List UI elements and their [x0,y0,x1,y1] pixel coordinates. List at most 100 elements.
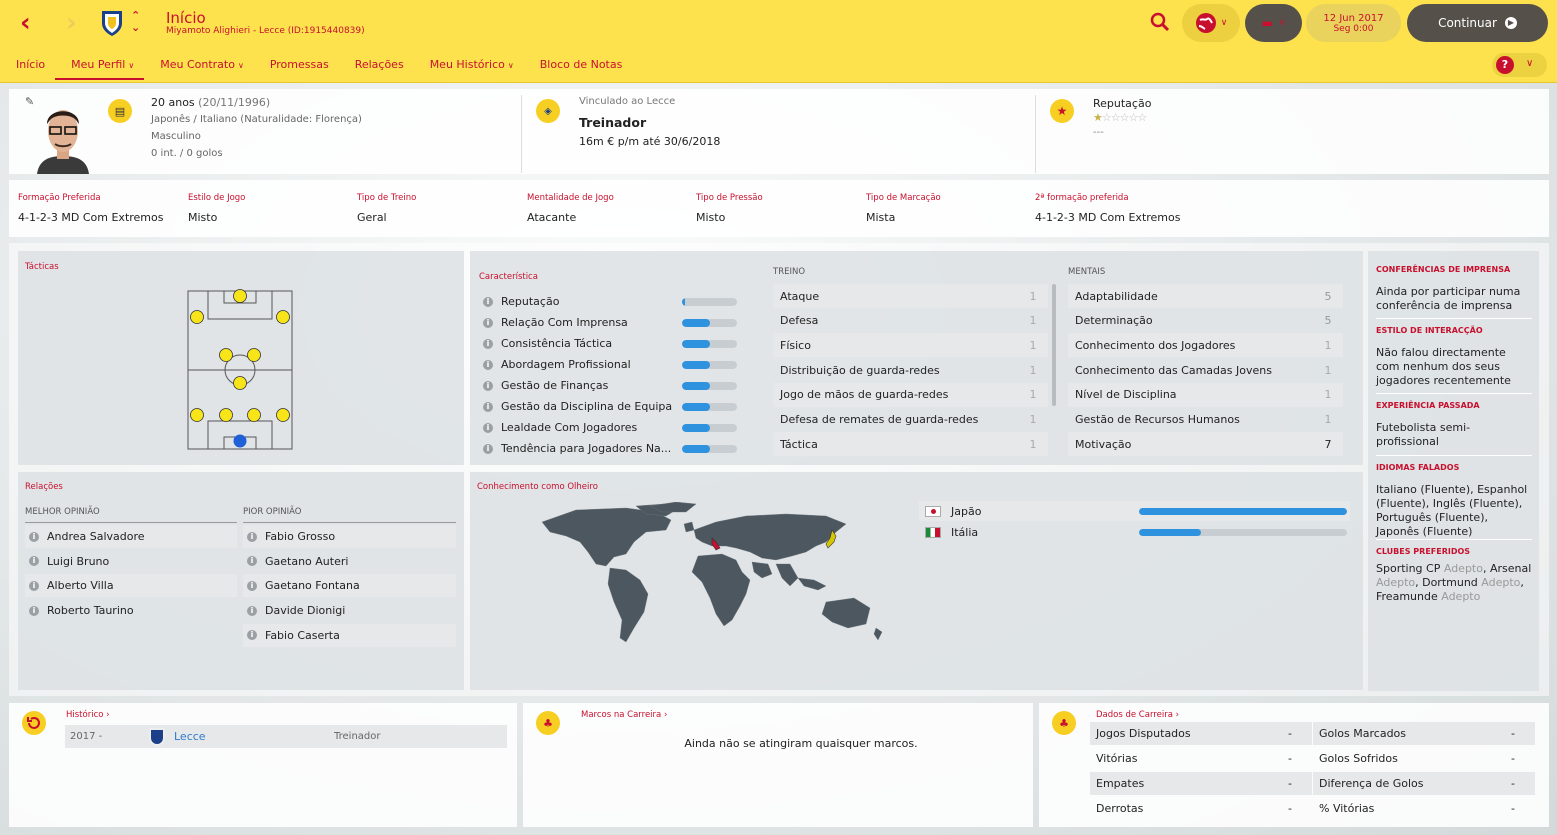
club-tag: Adepto [1481,576,1521,589]
training-row[interactable]: Distribuição de guarda-redes 1 [773,358,1048,382]
career-stat-row: % Vitórias - [1313,797,1535,820]
help-button[interactable]: ? ∨ [1492,53,1547,77]
characteristic-bar-fill [682,298,685,306]
mental-row[interactable]: Adaptabilidade 5 [1068,284,1343,308]
worst-opinion-row[interactable]: i Gaetano Fontana [243,574,456,598]
goalkeeper-marker[interactable] [233,434,247,448]
history-title-link[interactable]: Histórico › [66,710,110,720]
player-marker[interactable] [247,408,261,422]
milestones-panel: ♣ Marcos na Carreira › Ainda não se atin… [523,703,1033,827]
characteristic-row[interactable]: i Gestão da Disciplina de Equipa [483,396,683,417]
club-name[interactable]: Dortmund [1422,576,1478,589]
player-marker[interactable] [190,310,204,324]
tab-item[interactable]: Meu Perfil ∨ [55,52,145,80]
continue-button[interactable]: Continuar ▶ [1407,4,1548,42]
club-name[interactable]: Arsenal [1490,562,1531,575]
nationality-text: Japonês / Italiano (Naturalidade: Floren… [151,114,362,125]
club-name[interactable]: Freamunde [1376,590,1438,603]
sidebar-panel: CONFERÊNCIAS DE IMPRENSA Ainda por partic… [1368,251,1539,691]
history-club-link[interactable]: Lecce [174,730,334,743]
characteristic-row[interactable]: i Lealdade Com Jogadores [483,417,683,438]
tab-item[interactable]: Início [0,52,55,80]
characteristic-row[interactable]: i Abordagem Profissional [483,354,683,375]
training-label: Táctica [780,437,818,451]
player-marker[interactable] [219,348,233,362]
back-arrow-icon[interactable]: ‹ [20,10,31,36]
training-row[interactable]: Ataque 1 [773,284,1048,308]
best-opinion-row[interactable]: i Roberto Taurino [25,599,237,622]
chevron-down-icon: ∨ [128,61,135,70]
search-icon[interactable] [1150,12,1170,32]
globe-menu-button[interactable]: ∨ [1182,4,1240,42]
scout-country-row[interactable]: Japão [919,501,1350,521]
tab-item[interactable]: Bloco de Notas [524,52,633,80]
best-opinion-row[interactable]: i Luigi Bruno [25,550,237,573]
career-stat-label: Golos Sofridos [1319,752,1398,765]
info-icon: i [29,531,39,542]
scrollbar[interactable] [1052,284,1056,406]
worst-opinion-row[interactable]: i Davide Dionigi [243,599,456,622]
mental-row[interactable]: Determinação 5 [1068,309,1343,333]
mental-row[interactable]: Conhecimento dos Jogadores 1 [1068,333,1343,358]
characteristic-row[interactable]: i Gestão de Finanças [483,375,683,396]
mental-row[interactable]: Conhecimento das Camadas Jovens 1 [1068,358,1343,382]
staff-name: Andrea Salvadore [47,530,145,543]
chevron-down-icon: ∨ [507,61,514,70]
training-row[interactable]: Táctica 1 [773,432,1048,457]
preference-value: 4-1-2-3 MD Com Extremos [18,211,164,224]
preference-value: Misto [696,211,726,224]
history-row[interactable]: 2017 - Lecce Treinador [65,725,507,748]
play-icon: ▶ [1504,17,1517,29]
characteristic-row[interactable]: i Tendência para Jogadores Na... [483,438,683,459]
characteristic-row[interactable]: i Reputação [483,291,683,312]
player-marker[interactable] [219,408,233,422]
club-name[interactable]: Sporting CP [1376,562,1440,575]
manager-menu-button[interactable]: ▬ ∨ [1245,4,1302,42]
player-marker[interactable] [233,289,247,303]
training-row[interactable]: Defesa 1 [773,309,1048,333]
worst-opinion-row[interactable]: i Fabio Grosso [243,525,456,548]
characteristic-bar [682,361,737,369]
mental-row[interactable]: Gestão de Recursos Humanos 1 [1068,408,1343,432]
training-row[interactable]: Físico 1 [773,333,1048,358]
page-title: Início [166,9,206,27]
divider [243,522,456,523]
training-label: Defesa [780,314,819,328]
preference-label: Formação Preferida [18,193,101,203]
club-link[interactable]: Vinculado ao Lecce [579,96,675,107]
mental-label: Adaptabilidade [1075,289,1158,303]
tab-item[interactable]: Promessas [254,52,339,80]
career-title-link[interactable]: Dados de Carreira › [1096,710,1179,720]
mental-row[interactable]: Motivação 7 [1068,432,1343,457]
best-opinion-row[interactable]: i Alberto Villa [25,574,237,598]
forward-arrow-icon[interactable]: › [66,10,77,36]
info-icon: i [247,556,257,567]
up-down-chevron-icon[interactable]: ⌃ ⌄ [131,10,140,34]
player-marker[interactable] [247,348,261,362]
career-stat-value: - [1288,777,1292,790]
player-marker[interactable] [276,310,290,324]
training-row[interactable]: Defesa de remates de guarda-redes 1 [773,408,1048,432]
tab-item[interactable]: Relações [339,52,414,80]
characteristic-row[interactable]: i Relação Com Imprensa [483,312,683,333]
characteristic-bar [682,382,737,390]
characteristic-row[interactable]: i Consistência Táctica [483,333,683,354]
top-bar: ‹ › ⌃ ⌄ Início Miyamoto Alighieri - Lecce… [0,0,1557,83]
country-name: Itália [951,525,979,539]
worst-opinion-row[interactable]: i Gaetano Auteri [243,550,456,573]
player-marker[interactable] [190,408,204,422]
date-display[interactable]: 12 Jun 2017 Seg 0:00 [1306,4,1401,42]
best-opinion-row[interactable]: i Andrea Salvadore [25,525,237,548]
mental-row[interactable]: Nível de Disciplina 1 [1068,382,1343,407]
club-crest-icon[interactable] [100,9,124,37]
tab-item[interactable]: Meu Histórico ∨ [414,52,524,80]
id-card-icon: ▤ [108,99,132,123]
tab-item[interactable]: Meu Contrato ∨ [144,52,254,80]
worst-opinion-row[interactable]: i Fabio Caserta [243,623,456,647]
player-marker[interactable] [233,376,247,390]
scout-country-row[interactable]: Itália [919,522,1350,542]
clubs-title: CLUBES PREFERIDOS [1376,547,1471,556]
milestones-title-link[interactable]: Marcos na Carreira › [581,710,667,720]
training-row[interactable]: Jogo de mãos de guarda-redes 1 [773,382,1048,407]
player-marker[interactable] [276,408,290,422]
